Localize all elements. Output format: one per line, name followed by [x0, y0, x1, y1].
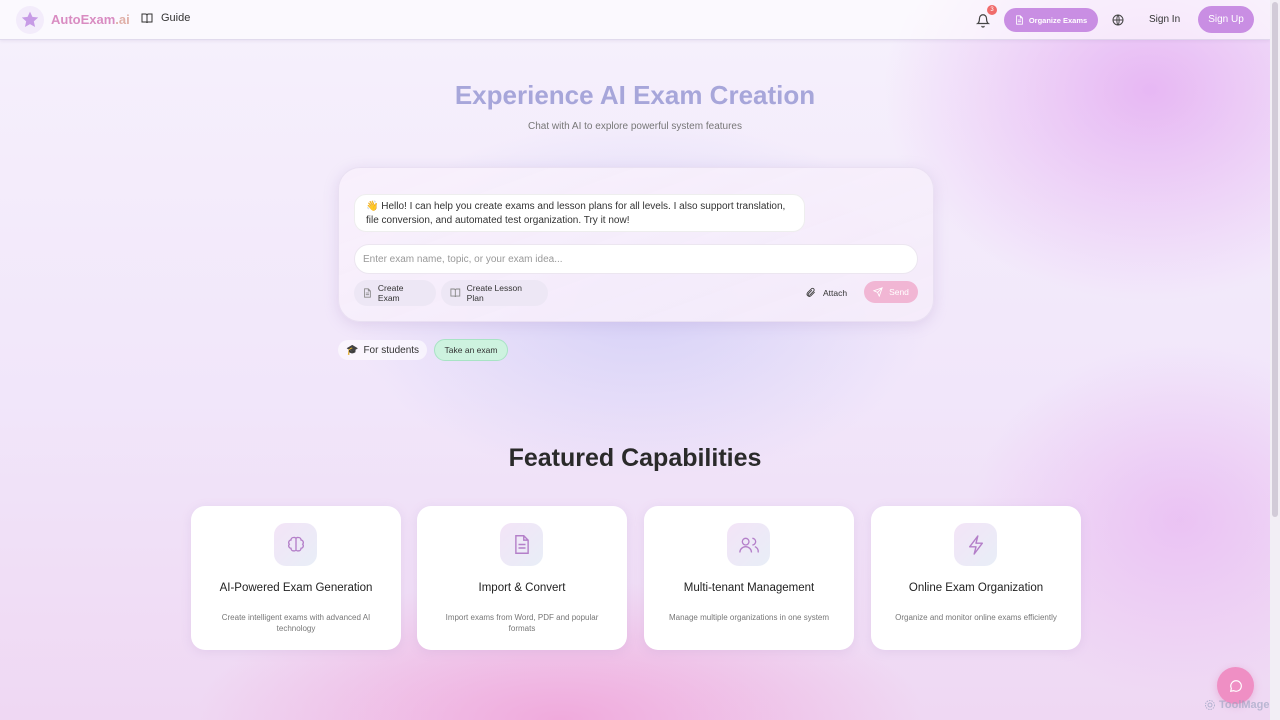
feature-description: Create intelligent exams with advanced A…	[221, 613, 371, 633]
page-scrollbar-thumb[interactable]	[1272, 2, 1278, 517]
ai-chat-card: 👋 Hello! I can help you create exams and…	[338, 167, 934, 322]
feature-title: Multi-tenant Management	[683, 582, 815, 594]
brand-name-text: AutoExam	[51, 12, 116, 27]
send-icon	[873, 287, 883, 297]
notification-bell-icon[interactable]	[976, 12, 990, 28]
sign-in-button[interactable]: Sign In	[1149, 14, 1180, 25]
create-exam-button[interactable]: Create Exam	[354, 280, 436, 306]
feature-card-ai-generation[interactable]: AI-Powered Exam Generation Create intell…	[191, 506, 401, 650]
attach-label: Attach	[823, 287, 848, 298]
attach-button[interactable]: Attach	[805, 287, 847, 298]
document-icon	[1015, 15, 1023, 25]
globe-icon[interactable]	[1112, 14, 1124, 26]
hero-title: Experience AI Exam Creation	[454, 80, 816, 110]
feature-card-online-exam[interactable]: Online Exam Organization Organize and mo…	[871, 506, 1081, 650]
for-students-text: For students	[363, 344, 420, 356]
lightning-icon	[954, 523, 997, 566]
assistant-greeting-bubble: 👋 Hello! I can help you create exams and…	[354, 194, 805, 232]
for-students-label: 🎓 For students	[338, 340, 428, 360]
logo-star-icon[interactable]	[16, 6, 44, 34]
feature-card-multi-tenant[interactable]: Multi-tenant Management Manage multiple …	[644, 506, 854, 650]
organize-exams-button[interactable]: Organize Exams	[1004, 8, 1098, 32]
chat-bubble-icon	[1229, 679, 1242, 692]
graduation-cap-icon: 🎓	[346, 344, 359, 356]
send-label: Send	[889, 287, 909, 297]
paperclip-icon	[806, 287, 815, 297]
features-title: Featured Capabilities	[508, 444, 762, 472]
gear-icon	[1205, 700, 1215, 710]
sign-up-button[interactable]: Sign Up	[1198, 6, 1254, 33]
send-button[interactable]: Send	[864, 281, 918, 303]
create-lesson-plan-label: Create Lesson Plan	[466, 283, 522, 303]
create-exam-label: Create Exam	[377, 283, 404, 303]
guide-label: Guide	[161, 12, 191, 24]
feature-description: Organize and monitor online exams effici…	[895, 613, 1057, 622]
document-icon	[364, 288, 371, 298]
document-icon	[500, 523, 543, 566]
brand-name[interactable]: AutoExam.ai	[51, 12, 130, 27]
organize-exams-label: Organize Exams	[1028, 15, 1088, 25]
feature-title: AI-Powered Exam Generation	[219, 582, 373, 594]
exam-idea-input[interactable]	[354, 244, 918, 274]
feature-card-import-convert[interactable]: Import & Convert Import exams from Word,…	[417, 506, 627, 650]
feature-description: Import exams from Word, PDF and popular …	[445, 613, 599, 633]
take-an-exam-button[interactable]: Take an exam	[434, 339, 508, 361]
feature-description: Manage multiple organizations in one sys…	[668, 613, 830, 622]
guide-link[interactable]: Guide	[141, 12, 190, 24]
book-icon	[141, 13, 153, 23]
top-navbar: AutoExam.ai Guide 3 Organize Exams Sign …	[0, 0, 1270, 40]
toolmage-watermark: ToolMage	[1204, 699, 1270, 711]
users-icon	[727, 523, 770, 566]
book-icon	[450, 288, 461, 298]
brand-tld: .ai	[115, 12, 130, 27]
notification-badge: 3	[987, 5, 997, 15]
feature-title: Import & Convert	[478, 582, 566, 594]
feature-title: Online Exam Organization	[908, 582, 1044, 594]
brain-icon	[274, 523, 317, 566]
create-lesson-plan-button[interactable]: Create Lesson Plan	[441, 280, 548, 306]
hero-subtitle: Chat with AI to explore powerful system …	[528, 121, 742, 132]
watermark-text: ToolMage	[1219, 699, 1270, 711]
